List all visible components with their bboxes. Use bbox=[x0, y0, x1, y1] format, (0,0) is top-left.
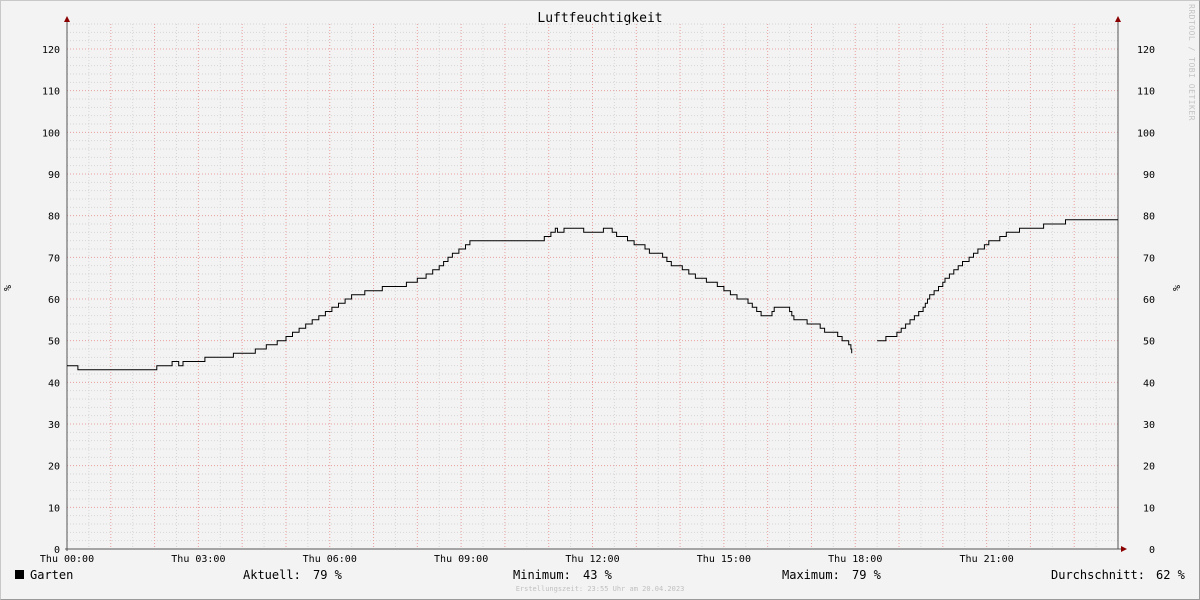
x-tick-labels: Thu 00:00 Thu 03:00 Thu 06:00 Thu 09:00 Thu … bbox=[40, 554, 1014, 565]
x-tick-label: Thu 18:00 bbox=[828, 554, 882, 565]
y-tick-label: 20 bbox=[48, 462, 60, 473]
y-tick-label: 50 bbox=[1143, 337, 1155, 348]
legend-max-value: 79 % bbox=[852, 568, 881, 582]
major-grid bbox=[67, 24, 1118, 549]
y-tick-label: 100 bbox=[42, 128, 60, 139]
x-axis-arrow bbox=[1121, 546, 1127, 552]
y-tick-label: 10 bbox=[48, 503, 60, 514]
y-axis-arrow-left bbox=[64, 16, 70, 22]
legend-series-name: Garten bbox=[30, 568, 74, 582]
y-tick-label: 50 bbox=[48, 337, 60, 348]
legend-max-label: Maximum: bbox=[782, 568, 840, 582]
y-tick-label: 90 bbox=[1143, 170, 1155, 181]
y-tick-label: 60 bbox=[48, 295, 60, 306]
x-tick-label: Thu 03:00 bbox=[171, 554, 225, 565]
y-tick-label: 90 bbox=[48, 170, 60, 181]
x-tick-label: Thu 21:00 bbox=[960, 554, 1014, 565]
axes bbox=[64, 16, 1127, 552]
legend-swatch bbox=[15, 570, 24, 579]
footer-timestamp: Erstellungszeit: 23:55 Uhr am 20.04.2023 bbox=[515, 585, 685, 593]
y-tick-labels-right: 0 10 20 30 40 50 60 70 80 90 100 110 120 bbox=[1137, 45, 1155, 556]
y-tick-label: 60 bbox=[1143, 295, 1155, 306]
legend-min-label: Minimum: bbox=[513, 568, 571, 582]
y-tick-label: 30 bbox=[48, 420, 60, 431]
x-tick-label: Thu 06:00 bbox=[303, 554, 357, 565]
y-tick-labels-left: 0102030405060708090100110120 bbox=[42, 45, 60, 556]
y-tick-label: 70 bbox=[48, 253, 60, 264]
legend-avg-value: 62 % bbox=[1156, 568, 1185, 582]
y-tick-label: 0 bbox=[1149, 545, 1155, 556]
series-line-garten bbox=[877, 219, 1118, 342]
y-tick-label: 80 bbox=[1143, 212, 1155, 223]
x-tick-label: Thu 09:00 bbox=[434, 554, 488, 565]
y-tick-label: 10 bbox=[1143, 503, 1155, 514]
x-tick-label: Thu 15:00 bbox=[697, 554, 751, 565]
x-tick-label: Thu 00:00 bbox=[40, 554, 94, 565]
y-tick-label: 30 bbox=[1143, 420, 1155, 431]
y-tick-label: 20 bbox=[1143, 462, 1155, 473]
y-tick-label: 40 bbox=[1143, 378, 1155, 389]
y-tick-label: 110 bbox=[42, 87, 60, 98]
legend-current-value: 79 % bbox=[313, 568, 342, 582]
y-tick-label: 80 bbox=[48, 212, 60, 223]
legend-min-value: 43 % bbox=[583, 568, 612, 582]
y-axis-label-right: % bbox=[1172, 285, 1183, 291]
x-tick-label: Thu 12:00 bbox=[565, 554, 619, 565]
y-tick-label: 120 bbox=[42, 45, 60, 56]
y-tick-label: 100 bbox=[1137, 128, 1155, 139]
y-tick-label: 70 bbox=[1143, 253, 1155, 264]
y-axis-label-left: % bbox=[3, 285, 14, 291]
y-tick-label: 110 bbox=[1137, 87, 1155, 98]
legend-current-label: Aktuell: bbox=[243, 568, 301, 582]
y-axis-arrow-right bbox=[1115, 16, 1121, 22]
legend-avg-label: Durchschnitt: bbox=[1051, 568, 1145, 582]
humidity-chart: 0 10 20 30 40 50 60 70 80 90 100 110 120 0 10 20 30 40 50… bbox=[3, 16, 1183, 565]
y-tick-label: 120 bbox=[1137, 45, 1155, 56]
y-tick-label: 40 bbox=[48, 378, 60, 389]
